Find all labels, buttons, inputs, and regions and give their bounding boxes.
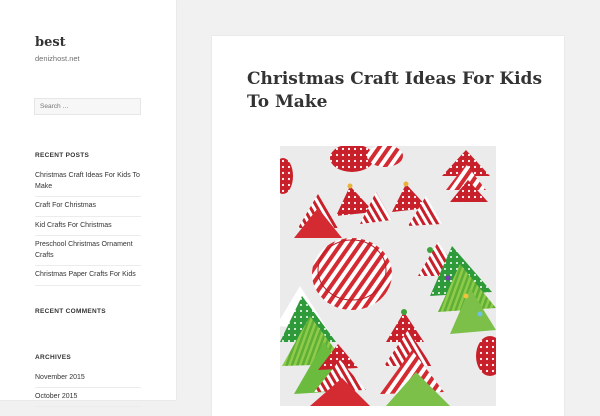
recent-post-link[interactable]: Preschool Christmas Ornament Crafts [35, 239, 141, 266]
recent-post-link[interactable]: Christmas Paper Crafts For Kids [35, 269, 141, 286]
featured-image[interactable] [280, 146, 496, 406]
archives-heading: ARCHIVES [35, 354, 71, 361]
recent-post-link[interactable]: Craft For Christmas [35, 200, 141, 217]
archive-link[interactable]: October 2015 [35, 391, 141, 407]
site-description: denizhost.net [35, 54, 80, 63]
recent-posts-list: Christmas Craft Ideas For Kids To Make C… [35, 170, 141, 289]
archive-link[interactable]: November 2015 [35, 372, 141, 388]
recent-post-link[interactable]: Christmas Craft Ideas For Kids To Make [35, 170, 141, 197]
craft-photo-illustration [280, 146, 496, 406]
search-input[interactable] [34, 98, 141, 115]
site-title[interactable]: best [35, 35, 66, 50]
recent-posts-heading: RECENT POSTS [35, 152, 90, 159]
recent-post-link[interactable]: Kid Crafts For Christmas [35, 220, 141, 236]
sidebar: best denizhost.net RECENT POSTS Christma… [0, 0, 176, 407]
archives-list: November 2015 October 2015 [35, 372, 141, 410]
post-title[interactable]: Christmas Craft Ideas For Kids To Make [247, 68, 547, 114]
post-card: Christmas Craft Ideas For Kids To Make [212, 36, 564, 416]
recent-comments-heading: RECENT COMMENTS [35, 308, 106, 315]
